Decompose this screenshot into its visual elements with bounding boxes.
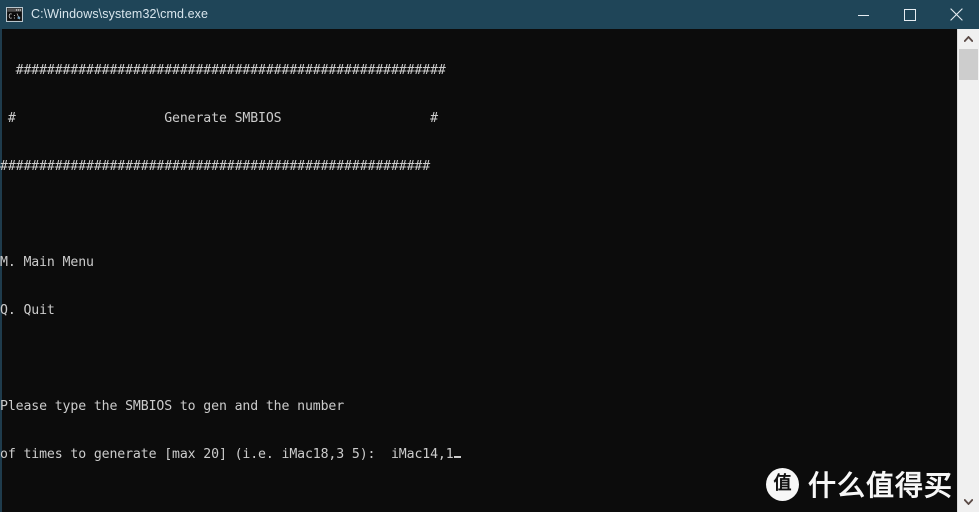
blank-line-2 [0,351,461,367]
text-cursor [453,456,461,458]
console-text-buffer: ########################################… [0,31,461,495]
banner-bottom-line: ########################################… [0,159,431,174]
banner-top-line: ########################################… [0,63,446,78]
window-titlebar[interactable]: C:\ C:\Windows\system32\cmd.exe [0,0,979,29]
window-title: C:\Windows\system32\cmd.exe [31,7,209,21]
console-input-value[interactable]: iMac14,1 [391,447,454,462]
maximize-button[interactable] [887,0,933,29]
cmd-console-icon: C:\ [6,7,23,22]
chevron-down-icon[interactable] [958,492,979,512]
blank-line-1 [0,207,461,223]
prompt-line-2: of times to generate [max 20] (i.e. iMac… [0,447,461,463]
cmd-window: C:\ C:\Windows\system32\cmd.exe ########… [0,0,979,512]
scrollbar-thumb[interactable] [959,49,978,80]
prompt-line-1: Please type the SMBIOS to gen and the nu… [0,399,345,414]
chevron-up-icon[interactable] [958,29,979,49]
minimize-button[interactable] [841,0,887,29]
console-scrollbar[interactable] [957,29,979,512]
prompt-line-2-text: of times to generate [max 20] (i.e. iMac… [0,447,391,462]
close-button[interactable] [933,0,979,29]
menu-item-quit: Q. Quit [0,303,55,318]
menu-item-main-menu: M. Main Menu [0,255,94,270]
console-output-area[interactable]: ########################################… [0,29,957,512]
svg-text:C:\: C:\ [8,13,20,21]
banner-title-line: # Generate SMBIOS # [0,111,438,126]
